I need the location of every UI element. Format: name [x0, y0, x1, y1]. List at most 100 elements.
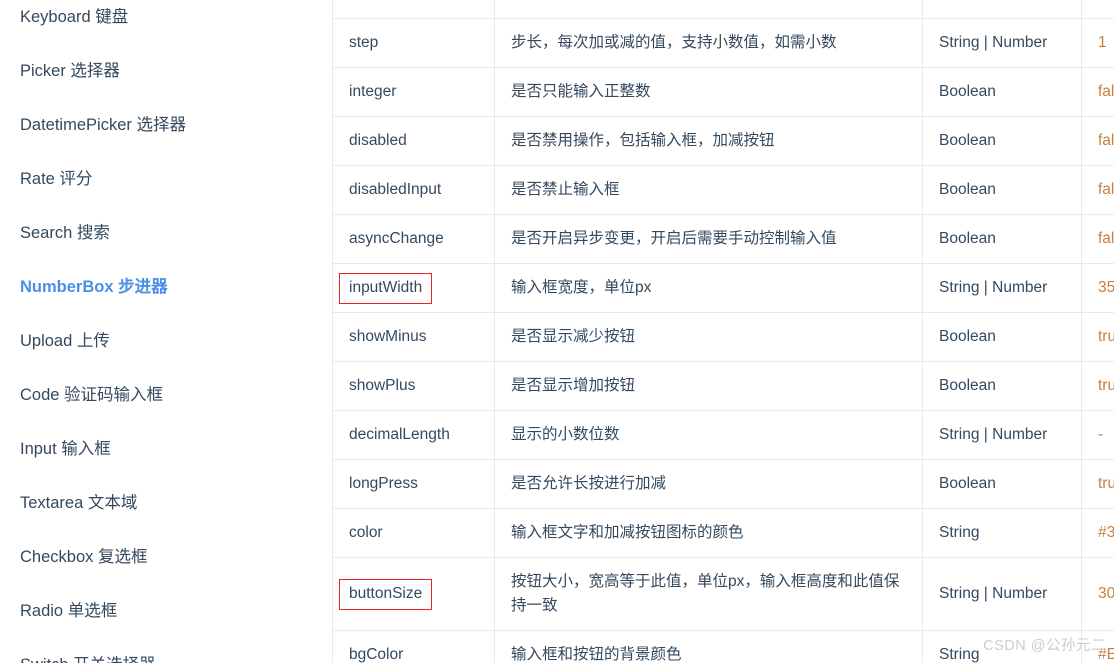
table-cell-type: Boolean — [922, 214, 1082, 265]
table-cell-default: false — [1081, 67, 1114, 118]
table-cell-param: color — [332, 508, 495, 559]
sidebar-item-switch[interactable]: Switch 开关选择器 — [0, 638, 284, 663]
sidebar-item-checkbox[interactable]: Checkbox 复选框 — [0, 530, 284, 584]
table-cell-type: Boolean — [922, 312, 1082, 363]
table-cell-type: String | Number — [922, 557, 1082, 632]
sidebar-item-rate[interactable]: Rate 评分 — [0, 152, 284, 206]
sidebar-item-input[interactable]: Input 输入框 — [0, 422, 284, 476]
table-cell-description: 是否显示减少按钮 — [494, 312, 923, 363]
table-cell-param: decimalLength — [332, 410, 495, 461]
table-cell-description: 是否开启异步变更，开启后需要手动控制输入值 — [494, 214, 923, 265]
table-cell — [922, 0, 1082, 19]
table-cell-default: false — [1081, 214, 1114, 265]
sidebar-nav: Keyboard 键盘 Picker 选择器 DatetimePicker 选择器 R… — [0, 0, 284, 663]
sidebar-item-label: Switch 开关选择器 — [20, 656, 156, 663]
table-row: showPlus是否显示增加按钮Booleantrue — [332, 361, 1114, 412]
table-cell-description: 输入框文字和加减按钮图标的颜色 — [494, 508, 923, 559]
table-row: inputWidth 输入框宽度，单位px String | Number 35 — [332, 263, 1114, 314]
table-row: buttonSize 按钮大小，宽高等于此值，单位px，输入框高度和此值保持一致 S… — [332, 557, 1114, 632]
table-cell-default: #303133 — [1081, 508, 1114, 559]
sidebar-item-label: Search 搜索 — [20, 224, 110, 242]
table-cell-default: - — [1081, 410, 1114, 461]
sidebar-item-upload[interactable]: Upload 上传 — [0, 314, 284, 368]
table-cell-param: buttonSize — [332, 557, 495, 632]
table-cell-param: showMinus — [332, 312, 495, 363]
table-cell-description: 显示的小数位数 — [494, 410, 923, 461]
table-cell-param: bgColor — [332, 630, 495, 663]
table-row: disabled是否禁用操作，包括输入框，加减按钮Booleanfalse — [332, 116, 1114, 167]
table-cell-default: true — [1081, 312, 1114, 363]
table-cell-description: 是否显示增加按钮 — [494, 361, 923, 412]
sidebar-item-label: Code 验证码输入框 — [20, 386, 164, 404]
table-cell-param: longPress — [332, 459, 495, 510]
table-row: bgColor输入框和按钮的背景颜色String#EBECEE — [332, 630, 1114, 663]
sidebar-item-picker[interactable]: Picker 选择器 — [0, 44, 284, 98]
sidebar-item-datetimepicker[interactable]: DatetimePicker 选择器 — [0, 98, 284, 152]
table-cell-type: String | Number — [922, 263, 1082, 314]
api-props-table: step 步长，每次加或减的值，支持小数值，如需小数 String | Number… — [332, 0, 1114, 663]
sidebar-item-list: Keyboard 键盘 Picker 选择器 DatetimePicker 选择器 R… — [0, 0, 284, 663]
table-cell-description: 是否只能输入正整数 — [494, 67, 923, 118]
table-row: showMinus是否显示减少按钮Booleantrue — [332, 312, 1114, 363]
table-cell-default: false — [1081, 116, 1114, 167]
sidebar-item-label: Upload 上传 — [20, 332, 110, 350]
table-row: step 步长，每次加或减的值，支持小数值，如需小数 String | Number… — [332, 17, 1114, 69]
highlight-box: inputWidth — [339, 273, 433, 305]
table-row: decimalLength 显示的小数位数 String | Number - — [332, 410, 1114, 461]
sidebar-item-label: Picker 选择器 — [20, 62, 120, 80]
table-cell-type: Boolean — [922, 116, 1082, 167]
sidebar-item-label: Input 输入框 — [20, 440, 111, 458]
table-cell-default: #EBECEE — [1081, 630, 1114, 663]
table-cell — [332, 0, 495, 19]
sidebar-item-label: Radio 单选框 — [20, 602, 118, 620]
sidebar-item-label: Textarea 文本域 — [20, 494, 138, 512]
table-cell-description: 输入框和按钮的背景颜色 — [494, 630, 923, 663]
highlight-box: buttonSize — [339, 579, 433, 611]
table-row-partial-top — [332, 0, 1114, 19]
table-cell-type: Boolean — [922, 67, 1082, 118]
sidebar-item-numberbox[interactable]: NumberBox 步进器 — [0, 260, 284, 314]
table-cell-default: false — [1081, 165, 1114, 216]
sidebar-item-label: Keyboard 键盘 — [20, 8, 129, 26]
table-cell-default: 30 — [1081, 557, 1114, 632]
sidebar-item-textarea[interactable]: Textarea 文本域 — [0, 476, 284, 530]
api-content-area: step 步长，每次加或减的值，支持小数值，如需小数 String | Number… — [284, 0, 1114, 663]
sidebar-item-label: NumberBox 步进器 — [20, 278, 168, 296]
sidebar-item-radio[interactable]: Radio 单选框 — [0, 584, 284, 638]
table-cell-param: inputWidth — [332, 263, 495, 314]
table-cell-param: disabledInput — [332, 165, 495, 216]
table-cell-description: 是否禁止输入框 — [494, 165, 923, 216]
table-cell-type: String | Number — [922, 410, 1082, 461]
table-cell-param: disabled — [332, 116, 495, 167]
sidebar-item-search[interactable]: Search 搜索 — [0, 206, 284, 260]
sidebar-item-code[interactable]: Code 验证码输入框 — [0, 368, 284, 422]
table-cell-default: 1 — [1081, 17, 1114, 69]
table-cell — [494, 0, 923, 19]
sidebar-item-label: Checkbox 复选框 — [20, 548, 148, 566]
page-root: Keyboard 键盘 Picker 选择器 DatetimePicker 选择器 R… — [0, 0, 1114, 663]
table-cell-default: 35 — [1081, 263, 1114, 314]
table-row: disabledInput是否禁止输入框Booleanfalse — [332, 165, 1114, 216]
table-cell-param: step — [332, 17, 495, 69]
table-cell-type: Boolean — [922, 361, 1082, 412]
sidebar-item-keyboard[interactable]: Keyboard 键盘 — [0, 0, 284, 44]
table-cell-description: 输入框宽度，单位px — [494, 263, 923, 314]
table-cell-description: 按钮大小，宽高等于此值，单位px，输入框高度和此值保持一致 — [494, 557, 923, 632]
table-row: longPress是否允许长按进行加减Booleantrue — [332, 459, 1114, 510]
table-cell-type: Boolean — [922, 459, 1082, 510]
table-cell-type: Boolean — [922, 165, 1082, 216]
table-cell-type: String | Number — [922, 17, 1082, 69]
table-cell-type: String — [922, 630, 1082, 663]
table-cell-param: showPlus — [332, 361, 495, 412]
table-cell-default: true — [1081, 361, 1114, 412]
table-row: integer是否只能输入正整数Booleanfalse — [332, 67, 1114, 118]
table-cell-param: integer — [332, 67, 495, 118]
table-cell-description: 步长，每次加或减的值，支持小数值，如需小数 — [494, 17, 923, 69]
table-cell-type: String — [922, 508, 1082, 559]
table-cell-description: 是否禁用操作，包括输入框，加减按钮 — [494, 116, 923, 167]
table-cell — [1081, 0, 1114, 19]
table-cell-param: asyncChange — [332, 214, 495, 265]
table-cell-default: true — [1081, 459, 1114, 510]
table-row: color输入框文字和加减按钮图标的颜色String#303133 — [332, 508, 1114, 559]
sidebar-item-label: Rate 评分 — [20, 170, 93, 188]
